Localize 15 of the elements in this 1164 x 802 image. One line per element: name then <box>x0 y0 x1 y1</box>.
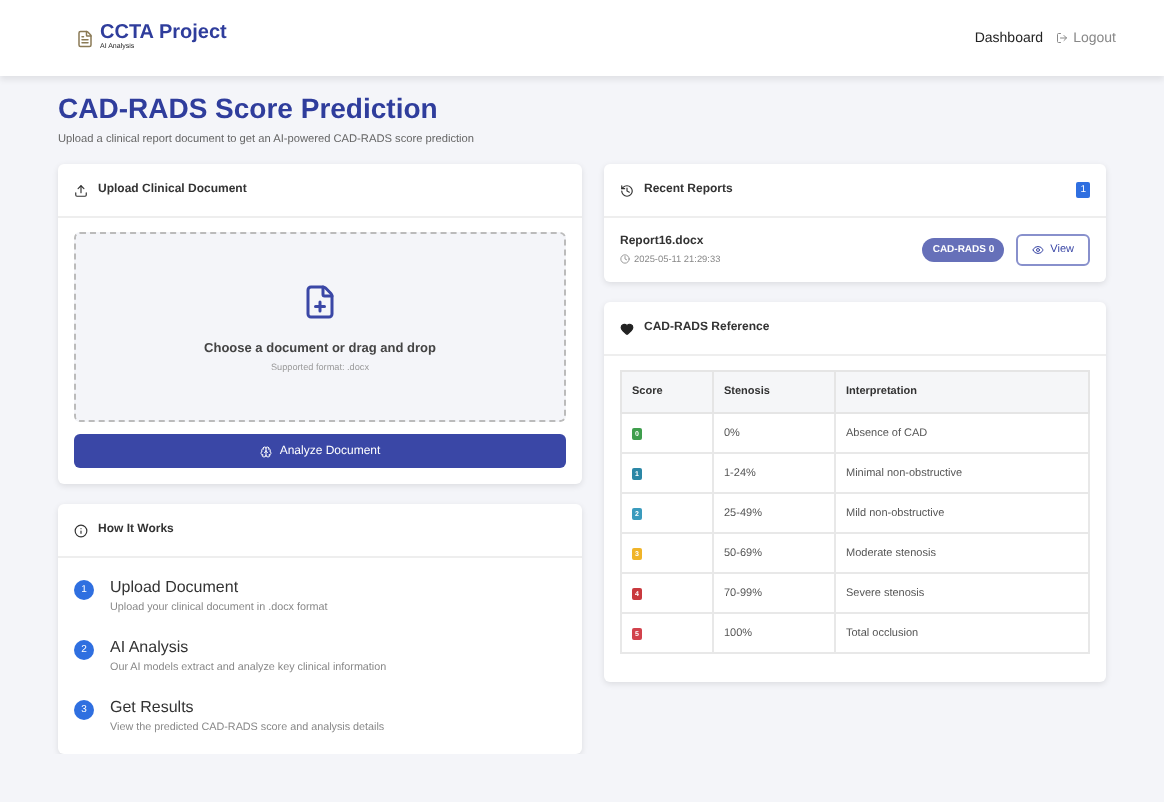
clock-icon <box>620 254 630 264</box>
step-title: Upload Document <box>110 578 241 596</box>
history-icon <box>620 183 634 197</box>
step-title: AI Analysis <box>110 638 191 656</box>
eye-icon <box>1032 244 1045 256</box>
file-plus-icon <box>302 283 338 319</box>
step-title: Get Results <box>110 698 196 716</box>
brand-name: CCTA Project <box>100 24 227 45</box>
heart-icon <box>620 321 634 335</box>
logout-icon <box>1055 32 1068 44</box>
page-title: CAD-RADS Score Prediction <box>58 92 440 124</box>
upload-icon <box>74 183 88 197</box>
info-icon <box>74 523 88 537</box>
document-icon <box>76 29 94 47</box>
brain-icon <box>259 445 272 457</box>
